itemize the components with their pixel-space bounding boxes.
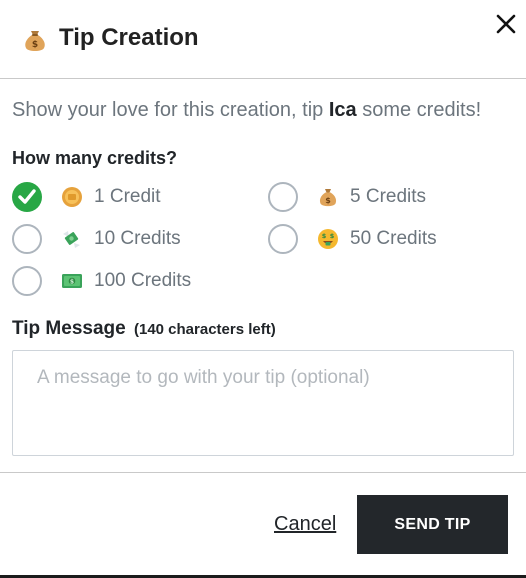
svg-text:$: $ [322, 232, 327, 240]
credit-option-10[interactable]: 10 Credits [12, 222, 181, 256]
intro-text-end: some credits! [356, 99, 482, 121]
header-divider [0, 78, 526, 79]
tip-dialog: $ Tip Creation Show your love for this c… [0, 0, 526, 575]
svg-text:$: $ [70, 279, 74, 286]
dollar-banknote-icon: $ [62, 274, 82, 288]
characters-left-counter: (140 characters left) [133, 321, 276, 338]
dialog-title: Tip Creation [59, 24, 199, 51]
credit-option-label: 5 Credits [350, 186, 427, 207]
svg-text:$: $ [325, 196, 331, 205]
tip-message-label: Tip Message (140 characters left) [12, 318, 276, 340]
svg-text:$: $ [330, 232, 335, 240]
credit-option-label: 100 Credits [94, 270, 192, 291]
radio-unchecked[interactable] [12, 266, 42, 296]
money-bag-icon: $ [25, 31, 45, 51]
radio-checked[interactable] [12, 182, 42, 212]
tip-intro-text: Show your love for this creation, tip Ic… [12, 99, 481, 122]
money-mouth-face-icon: $ $ [318, 229, 338, 249]
radio-unchecked[interactable] [268, 224, 298, 254]
intro-text-start: Show your love for this creation, tip [12, 99, 329, 121]
radio-unchecked[interactable] [268, 182, 298, 212]
dialog-header: $ Tip Creation [0, 0, 526, 78]
credit-option-5[interactable]: $ 5 Credits [268, 180, 426, 214]
credit-option-label: 10 Credits [94, 228, 181, 249]
credit-option-label: 50 Credits [350, 228, 437, 249]
cancel-button[interactable]: Cancel [274, 513, 336, 536]
credit-option-100[interactable]: $ 100 Credits [12, 264, 191, 298]
tip-message-title: Tip Message [12, 318, 126, 339]
checkmark-icon [18, 189, 36, 204]
money-with-wings-icon [63, 231, 80, 248]
credit-option-label: 1 Credit [94, 186, 161, 207]
footer-divider [0, 472, 526, 473]
tip-message-input[interactable] [12, 350, 514, 456]
credit-option-1[interactable]: 1 Credit [12, 180, 161, 214]
money-bag-icon: $ [319, 189, 337, 207]
creator-name: Ica [328, 99, 357, 121]
coin-icon [62, 187, 82, 207]
svg-text:$: $ [32, 40, 38, 50]
radio-unchecked[interactable] [12, 224, 42, 254]
credit-option-50[interactable]: $ $ 50 Credits [268, 222, 437, 256]
close-icon[interactable] [492, 10, 520, 38]
send-tip-button[interactable]: SEND TIP [357, 495, 508, 554]
credits-label: How many credits? [12, 148, 178, 168]
